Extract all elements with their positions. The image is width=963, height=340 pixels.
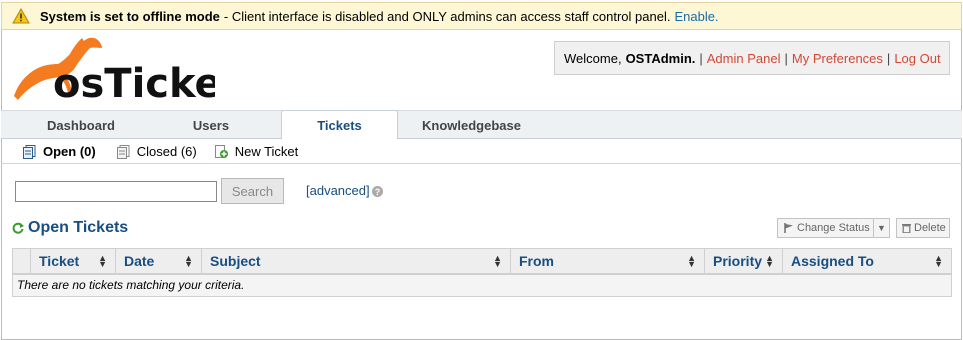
column-header-subject[interactable]: Subject ▲ ▼ (201, 248, 511, 275)
warning-icon (12, 8, 30, 24)
advanced-search-link[interactable]: [advanced] (306, 183, 370, 198)
subnav-closed[interactable]: Closed (6) (115, 144, 197, 159)
change-status-label: Change Status (797, 222, 870, 234)
enable-link[interactable]: Enable. (674, 9, 718, 24)
tab-dashboard[interactable]: Dashboard (21, 111, 141, 139)
tab-knowledgebase[interactable]: Knowledgebase (409, 111, 534, 139)
search-button[interactable]: Search (221, 178, 284, 204)
user-welcome-box: Welcome, OSTAdmin. | Admin Panel | My Pr… (554, 41, 950, 75)
my-preferences-link[interactable]: My Preferences (792, 51, 883, 66)
column-label: From (519, 252, 554, 269)
column-header-priority[interactable]: Priority ▲ ▼ (704, 248, 783, 275)
osticket-logo[interactable]: osTicket (10, 34, 241, 107)
closed-tickets-icon (115, 144, 131, 159)
column-label: Date (124, 252, 155, 269)
new-ticket-icon (213, 144, 229, 159)
subnav-closed-label: Closed (6) (136, 144, 197, 159)
main-nav: Dashboard Users Tickets Knowledgebase (1, 110, 962, 139)
section-title-text[interactable]: Open Tickets (28, 219, 128, 237)
sort-icon: ▲ ▼ (687, 253, 696, 269)
delete-button[interactable]: Delete (896, 218, 950, 238)
subnav-new-ticket-label: New Ticket (234, 144, 299, 159)
delete-label: Delete (914, 222, 946, 234)
notice-title: System is set to offline mode (40, 8, 220, 24)
column-header-ticket[interactable]: Ticket ▲ ▼ (30, 248, 116, 275)
sort-icon: ▲ ▼ (493, 253, 502, 269)
trash-icon (902, 223, 911, 233)
username: OSTAdmin. (625, 50, 696, 66)
admin-panel-link[interactable]: Admin Panel (707, 51, 781, 66)
search-input[interactable] (15, 181, 217, 202)
column-header-assigned-to[interactable]: Assigned To ▲ ▼ (782, 248, 952, 275)
open-tickets-icon (21, 144, 37, 159)
separator: | (886, 50, 891, 66)
refresh-icon[interactable] (12, 222, 24, 234)
sort-icon: ▲ ▼ (184, 253, 193, 269)
separator: | (784, 50, 788, 66)
table-header-row: Ticket ▲ ▼ Date ▲ ▼ Subject ▲ ▼ From ▲ ▼ Priorit… (12, 248, 952, 275)
notice-text: - Client interface is disabled and ONLY … (223, 8, 671, 24)
tab-users[interactable]: Users (151, 111, 271, 139)
ticket-subnav: Open (0) Closed (6) New Ticket (1, 140, 962, 164)
column-header-date[interactable]: Date ▲ ▼ (115, 248, 202, 275)
separator: | (699, 50, 703, 66)
column-label: Ticket (39, 252, 80, 269)
offline-notice: System is set to offline mode - Client i… (1, 2, 962, 30)
log-out-link[interactable]: Log Out (894, 51, 940, 66)
empty-table-message: There are no tickets matching your crite… (12, 273, 952, 297)
column-label: Assigned To (791, 252, 874, 269)
tickets-table: Ticket ▲ ▼ Date ▲ ▼ Subject ▲ ▼ From ▲ ▼ Priorit… (12, 248, 952, 297)
subnav-open-label: Open (0) (43, 144, 96, 159)
tab-tickets[interactable]: Tickets (281, 110, 398, 139)
help-icon[interactable]: ? (372, 186, 383, 197)
sort-icon: ▲ ▼ (934, 253, 943, 269)
open-tickets-title: Open Tickets (12, 219, 128, 237)
sort-icon: ▲ ▼ (98, 253, 107, 269)
change-status-dropdown[interactable]: ▼ (873, 218, 890, 238)
subnav-new-ticket[interactable]: New Ticket (213, 144, 299, 159)
column-label: Priority (713, 252, 763, 269)
table-row: There are no tickets matching your crite… (12, 273, 952, 297)
select-column-header (12, 248, 31, 275)
svg-text:osTicket: osTicket (53, 61, 215, 104)
welcome-prefix: Welcome, (564, 50, 622, 66)
column-header-from[interactable]: From ▲ ▼ (510, 248, 705, 275)
flag-icon (784, 223, 794, 233)
column-label: Subject (210, 252, 261, 269)
chevron-down-icon: ▼ (877, 223, 886, 233)
subnav-open[interactable]: Open (0) (21, 144, 96, 159)
sort-icon: ▲ ▼ (765, 253, 774, 269)
change-status-button[interactable]: Change Status (777, 218, 874, 238)
